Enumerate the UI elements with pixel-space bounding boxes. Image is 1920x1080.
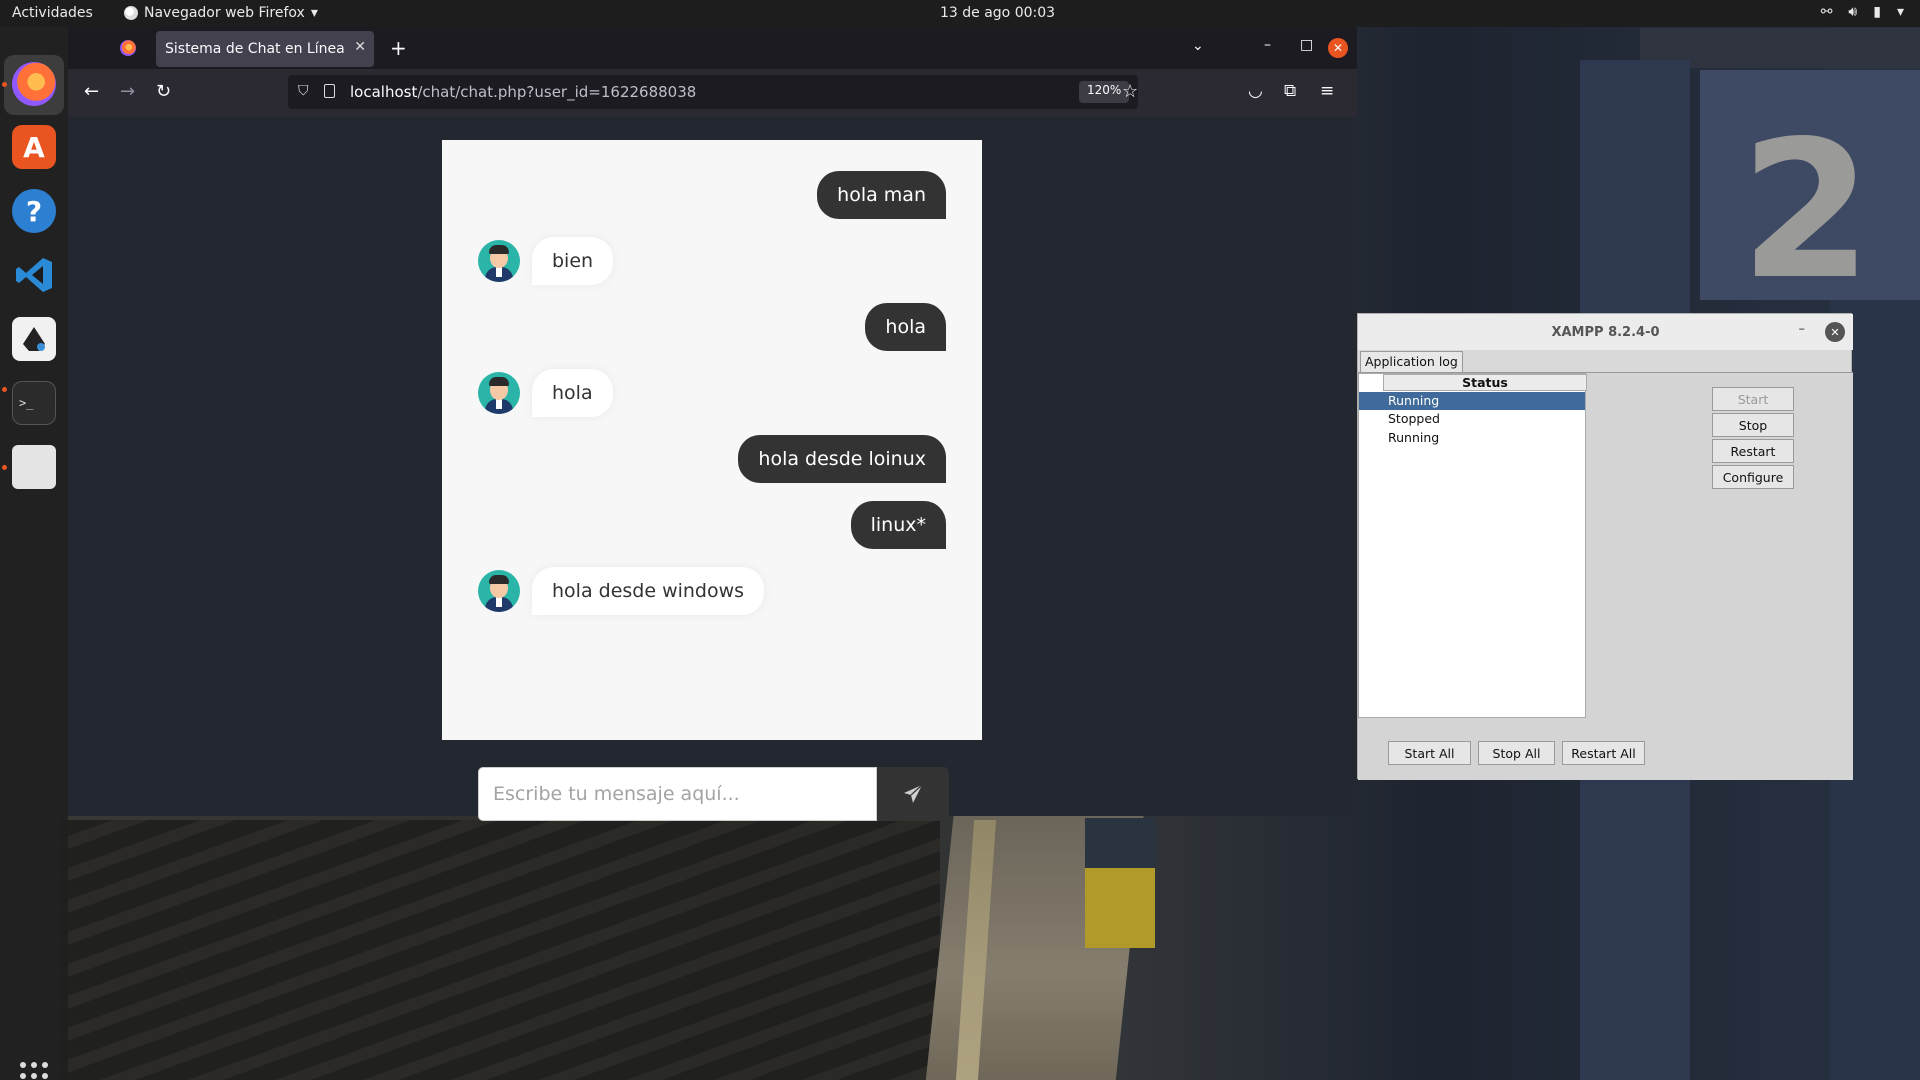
message-bubble: linux*: [850, 501, 946, 549]
pocket-icon[interactable]: ◡: [1248, 81, 1263, 101]
files-icon[interactable]: [12, 445, 56, 489]
activities-button[interactable]: Actividades: [12, 5, 93, 21]
tab-chat[interactable]: Sistema de Chat en Línea en ✕: [156, 31, 374, 67]
back-button[interactable]: ←: [84, 81, 99, 102]
list-tabs-button[interactable]: ⌄: [1192, 38, 1204, 54]
firefox-view-icon[interactable]: [120, 40, 136, 56]
window-title: XAMPP 8.2.4-0: [1551, 324, 1660, 340]
app-menu-label: Navegador web Firefox: [144, 5, 305, 21]
url-bar[interactable]: ⛉ localhost/chat/chat.php?user_id=162268…: [288, 75, 1138, 109]
running-indicator: [2, 82, 7, 87]
new-tab-button[interactable]: +: [390, 36, 407, 60]
message-outgoing: linux*: [850, 501, 946, 549]
chevron-down-icon: ▾: [1896, 4, 1904, 20]
message-outgoing: hola: [865, 303, 946, 351]
services-list[interactable]: Status Running Stopped Running: [1358, 373, 1587, 718]
message-incoming: hola desde windows: [478, 567, 765, 615]
clock[interactable]: 13 de ago 00:03: [940, 5, 1055, 21]
inkscape-icon[interactable]: [12, 317, 56, 361]
maximize-button[interactable]: □: [1300, 37, 1313, 53]
url-path: /chat/chat.php?user_id=1622688038: [417, 83, 697, 101]
message-form: [478, 767, 949, 821]
dock: A ? >_: [0, 27, 68, 1080]
status-column-header[interactable]: Status: [1383, 374, 1587, 391]
menu-icon[interactable]: ≡: [1320, 81, 1334, 101]
message-bubble: hola: [865, 303, 946, 351]
minimize-button[interactable]: –: [1264, 37, 1271, 53]
stop-all-button[interactable]: Stop All: [1478, 741, 1555, 765]
message-incoming: bien: [478, 237, 614, 285]
firefox-icon[interactable]: [12, 62, 56, 106]
vscode-icon[interactable]: [12, 253, 56, 297]
service-row[interactable]: Running: [1359, 429, 1585, 447]
message-bubble: hola: [532, 369, 613, 417]
firefox-icon: [124, 6, 138, 20]
xampp-title-bar: XAMPP 8.2.4-0 – ✕: [1358, 314, 1853, 350]
message-outgoing: hola man: [817, 171, 946, 219]
bookmark-star-icon[interactable]: ☆: [1122, 81, 1138, 102]
avatar: [478, 372, 520, 414]
page-icon: [324, 84, 335, 98]
firefox-window: Sistema de Chat en Línea en ✕ + ⌄ – □ ✕ …: [68, 27, 1357, 821]
tab-title: Sistema de Chat en Línea en: [165, 41, 348, 57]
service-row[interactable]: Running: [1359, 392, 1585, 410]
stop-button[interactable]: Stop: [1712, 413, 1794, 437]
chevron-down-icon: ▾: [310, 5, 318, 21]
forward-button[interactable]: →: [120, 81, 135, 102]
avatar: [478, 240, 520, 282]
start-all-button[interactable]: Start All: [1388, 741, 1471, 765]
system-tray[interactable]: ⚯ 🔊︎ ▮ ▾: [1821, 4, 1904, 20]
page-content: hola man bien hola hola hola desde loinu…: [68, 117, 1357, 821]
restart-button[interactable]: Restart: [1712, 439, 1794, 463]
message-bubble: bien: [532, 237, 614, 285]
message-outgoing: hola desde loinux: [738, 435, 946, 483]
tab-application-log[interactable]: Application log: [1360, 351, 1463, 372]
terminal-icon[interactable]: >_: [12, 381, 56, 425]
configure-button[interactable]: Configure: [1712, 465, 1794, 489]
show-apps-icon[interactable]: [20, 1062, 48, 1080]
volume-icon: 🔊︎: [1848, 4, 1858, 20]
message-bubble: hola man: [817, 171, 946, 219]
network-icon: ⚯: [1820, 4, 1833, 20]
shield-icon[interactable]: ⛉: [298, 83, 309, 99]
window-close-button[interactable]: ✕: [1328, 38, 1348, 58]
nav-bar: ← → ↻ ⛉ localhost/chat/chat.php?user_id=…: [68, 69, 1357, 117]
message-bubble: hola desde windows: [532, 567, 765, 615]
service-row[interactable]: Stopped: [1359, 410, 1585, 428]
start-button[interactable]: Start: [1712, 387, 1794, 411]
paper-plane-icon: [904, 784, 923, 803]
chat-box: hola man bien hola hola hola desde loinu…: [442, 140, 982, 740]
message-bubble: hola desde loinux: [738, 435, 946, 483]
running-indicator: [2, 387, 7, 392]
message-input[interactable]: [478, 767, 877, 821]
help-icon[interactable]: ?: [12, 189, 56, 233]
battery-icon: ▮: [1873, 4, 1881, 20]
app-store-icon[interactable]: A: [12, 125, 56, 169]
running-indicator: [2, 465, 7, 470]
xampp-content: Status Running Stopped Running Start Sto…: [1358, 372, 1853, 780]
reload-button[interactable]: ↻: [156, 81, 171, 102]
message-incoming: hola: [478, 369, 613, 417]
restart-all-button[interactable]: Restart All: [1562, 741, 1645, 765]
xampp-window: XAMPP 8.2.4-0 – ✕ Application log Status…: [1357, 313, 1853, 780]
avatar: [478, 570, 520, 612]
url-text[interactable]: localhost/chat/chat.php?user_id=16226880…: [350, 83, 696, 101]
extensions-icon[interactable]: ⧉: [1284, 81, 1296, 101]
close-button[interactable]: ✕: [1825, 322, 1845, 342]
top-bar: Actividades Navegador web Firefox ▾ 13 d…: [0, 0, 1920, 27]
minimize-button[interactable]: –: [1799, 322, 1806, 337]
app-menu[interactable]: Navegador web Firefox ▾: [124, 5, 318, 21]
close-icon[interactable]: ✕: [354, 39, 366, 55]
tab-bar: Sistema de Chat en Línea en ✕ + ⌄ – □ ✕: [68, 27, 1357, 69]
send-button[interactable]: [877, 767, 949, 821]
url-host: localhost: [350, 83, 418, 101]
